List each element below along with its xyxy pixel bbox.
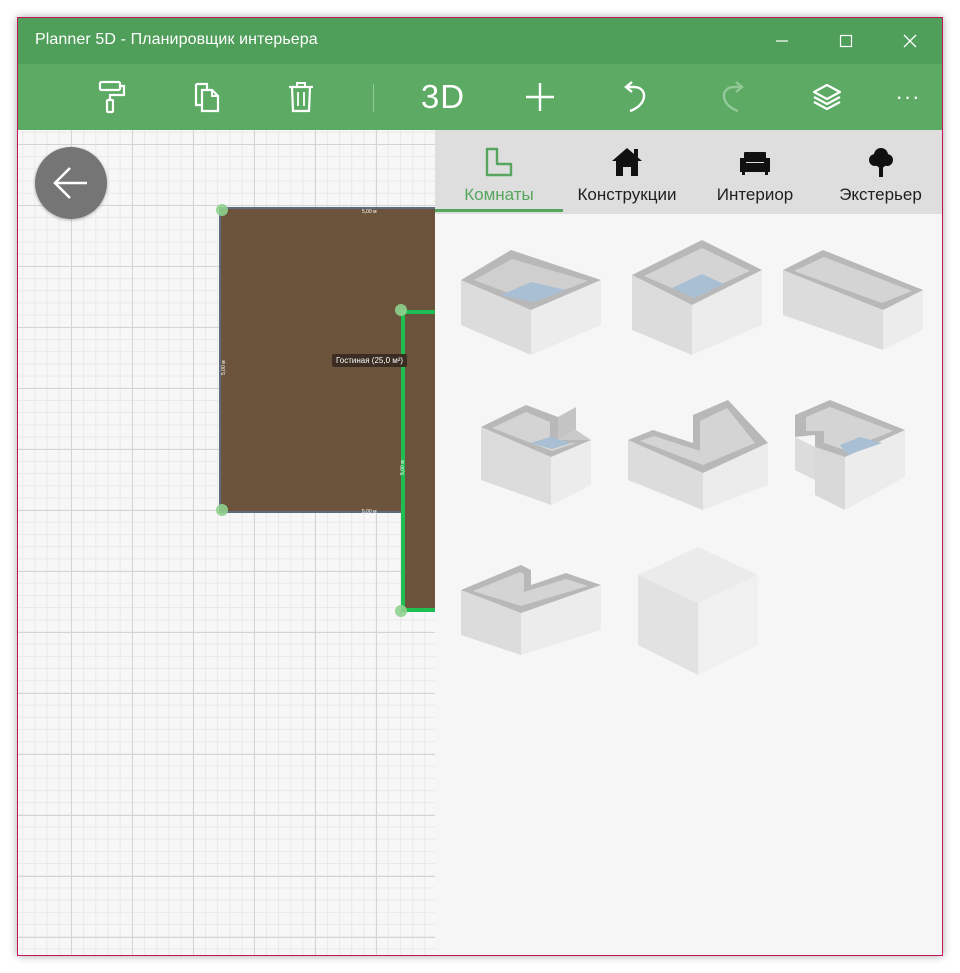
arrow-left-icon — [53, 167, 87, 199]
layers-button[interactable] — [805, 64, 849, 130]
wall-node[interactable] — [216, 204, 228, 216]
tab-rooms-label: Комнаты — [464, 185, 534, 204]
dimension-left: 5,00 м — [221, 360, 227, 375]
dimension-top: 5,00 м — [362, 209, 377, 215]
active-tab-indicator — [435, 209, 563, 212]
maximize-icon — [839, 34, 853, 48]
dimension-right: 5,00 м — [400, 460, 406, 475]
trash-icon — [289, 82, 313, 113]
floor-plan-canvas[interactable]: 5,00 м 5,00 м 5,00 м 5,00 м Гостиная (25… — [18, 130, 435, 955]
wall-node[interactable] — [216, 504, 228, 516]
tab-interior-label: Интериор — [716, 185, 794, 204]
room-shape-l-low[interactable] — [456, 535, 606, 675]
room-shape-rect-wide[interactable] — [778, 230, 928, 370]
undo-icon — [624, 81, 646, 113]
tree-icon — [868, 148, 893, 177]
minimize-icon — [776, 40, 788, 42]
wall-node[interactable] — [395, 605, 407, 617]
undo-button[interactable] — [614, 64, 658, 130]
sofa-icon — [740, 152, 770, 175]
redo-button[interactable] — [710, 64, 754, 130]
more-label: ··· — [895, 84, 921, 109]
copy-button[interactable] — [184, 64, 230, 130]
toolbar-separator — [373, 84, 374, 112]
dimension-bottom: 5,00 м — [362, 509, 377, 515]
delete-button[interactable] — [278, 64, 324, 130]
room-shape-l-cutout[interactable] — [790, 385, 940, 525]
title-bar: Planner 5D - Планировщик интерьера — [18, 18, 942, 64]
window-title: Planner 5D - Планировщик интерьера — [35, 31, 318, 48]
close-icon — [903, 34, 917, 48]
house-icon — [612, 148, 642, 176]
minimize-button[interactable] — [750, 18, 814, 64]
add-button[interactable] — [518, 64, 562, 130]
tab-interior[interactable]: Интериор — [691, 130, 819, 214]
room-shape-rect-deep[interactable] — [612, 230, 762, 370]
close-button[interactable] — [878, 18, 942, 64]
tab-exterior-label: Экстерьер — [839, 185, 922, 204]
catalog-panel: Комнаты Конструкции Интериор Экстерьер — [435, 130, 942, 955]
more-button[interactable]: ··· — [888, 64, 928, 130]
paint-roller-icon — [98, 80, 126, 114]
paint-button[interactable] — [88, 64, 134, 130]
room-shape-solid-box[interactable] — [623, 535, 773, 675]
app-window: Planner 5D - Планировщик интерьера 3D ··… — [17, 17, 943, 956]
room-shape-l-corner[interactable] — [623, 385, 773, 525]
tab-constructions-label: Конструкции — [577, 185, 677, 204]
tab-exterior[interactable]: Экстерьер — [819, 130, 942, 214]
room-shape-icon — [485, 147, 513, 177]
room-label[interactable]: Гостиная (25,0 м²) — [332, 354, 408, 367]
wall-node[interactable] — [395, 304, 407, 316]
back-button[interactable] — [35, 147, 107, 219]
maximize-button[interactable] — [814, 18, 878, 64]
tab-constructions[interactable]: Конструкции — [563, 130, 691, 214]
toolbar: 3D ··· — [18, 64, 942, 130]
layers-icon — [812, 83, 842, 111]
catalog-tabs: Комнаты Конструкции Интериор Экстерьер — [435, 130, 942, 214]
tab-rooms[interactable]: Комнаты — [435, 130, 563, 214]
plus-icon — [526, 83, 554, 111]
room-shape-l-notch[interactable] — [476, 385, 626, 525]
view-3d-label: 3D — [420, 78, 466, 115]
copy-icon — [194, 82, 220, 113]
redo-icon — [722, 81, 744, 113]
view-3d-button[interactable]: 3D — [413, 64, 473, 130]
room-shape-rect-open[interactable] — [456, 230, 606, 370]
